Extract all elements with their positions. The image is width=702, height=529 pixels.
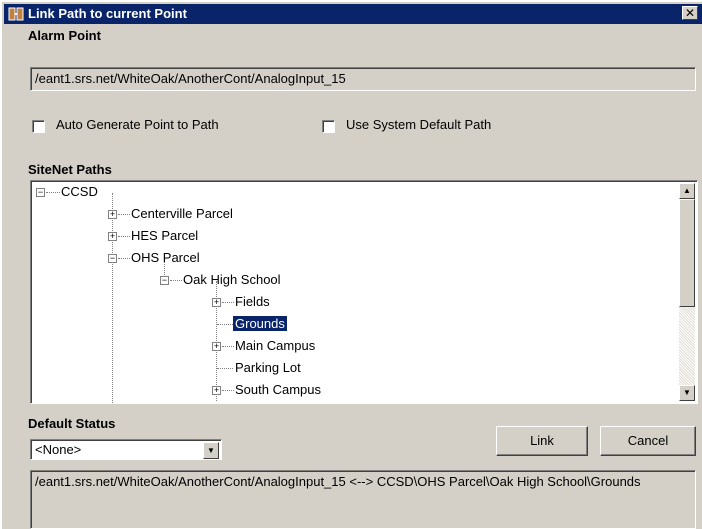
window-title: Link Path to current Point: [28, 6, 187, 21]
tree-connector: [217, 324, 233, 325]
scroll-down-icon[interactable]: ▼: [679, 385, 695, 401]
auto-generate-checkbox[interactable]: [32, 120, 45, 133]
tree-node-label[interactable]: South Campus: [233, 382, 323, 397]
alarm-point-field: /eant1.srs.net/WhiteOak/AnotherCont/Anal…: [30, 67, 696, 91]
default-status-select[interactable]: <None> ▼: [30, 439, 222, 460]
title-bar[interactable]: Link Path to current Point ✕: [4, 4, 702, 24]
chevron-down-icon[interactable]: ▼: [203, 442, 219, 459]
tree-node-label[interactable]: HES Parcel: [129, 228, 200, 243]
tree-node-parking-lot[interactable]: Parking Lot: [31, 359, 631, 379]
close-icon[interactable]: ✕: [682, 6, 698, 20]
collapse-icon[interactable]: −: [36, 188, 45, 197]
tree-node-label[interactable]: CCSD: [59, 184, 100, 199]
tree-node-ohs-parcel[interactable]: − OHS Parcel: [31, 249, 631, 269]
tree-node-grounds[interactable]: Grounds: [31, 315, 631, 335]
default-status-label: Default Status: [28, 416, 116, 431]
tree-node-centerville-parcel[interactable]: + Centerville Parcel: [31, 205, 631, 225]
tree-node-fields[interactable]: + Fields: [31, 293, 631, 313]
scrollbar-thumb[interactable]: [679, 199, 695, 307]
use-default-path-checkbox[interactable]: [322, 120, 335, 133]
tree-node-label[interactable]: Fields: [233, 294, 272, 309]
tree-connector: [46, 192, 60, 193]
sitenet-paths-label: SiteNet Paths: [28, 162, 112, 177]
tree-node-label[interactable]: OHS Parcel: [129, 250, 202, 265]
sitenet-tree[interactable]: − CCSD + Centerville Parcel + HES Parcel…: [30, 180, 698, 404]
tree-node-ccsd[interactable]: − CCSD: [31, 183, 631, 203]
tree-node-label[interactable]: Parking Lot: [233, 360, 303, 375]
link-app-icon: [8, 7, 24, 21]
tree-node-south-campus[interactable]: + South Campus: [31, 381, 631, 401]
auto-generate-label[interactable]: Auto Generate Point to Path: [56, 117, 219, 132]
tree-connector: [217, 368, 233, 369]
tree-node-label[interactable]: Centerville Parcel: [129, 206, 235, 221]
tree-node-label-selected[interactable]: Grounds: [232, 315, 288, 332]
tree-scrollbar[interactable]: ▲ ▼: [679, 183, 695, 401]
use-default-path-label[interactable]: Use System Default Path: [346, 117, 491, 132]
expand-icon[interactable]: +: [212, 386, 221, 395]
collapse-icon[interactable]: −: [108, 254, 117, 263]
link-button[interactable]: Link: [496, 426, 588, 456]
tree-node-main-campus[interactable]: + Main Campus: [31, 337, 631, 357]
cancel-button[interactable]: Cancel: [600, 426, 696, 456]
default-status-value: <None>: [35, 442, 82, 457]
tree-node-oak-high-school[interactable]: − Oak High School: [31, 271, 631, 291]
scroll-up-icon[interactable]: ▲: [679, 183, 695, 199]
expand-icon[interactable]: +: [108, 210, 117, 219]
expand-icon[interactable]: +: [212, 298, 221, 307]
link-result-field: /eant1.srs.net/WhiteOak/AnotherCont/Anal…: [30, 470, 696, 529]
expand-icon[interactable]: +: [108, 232, 117, 241]
tree-node-label[interactable]: Oak High School: [181, 272, 283, 287]
tree-node-hes-parcel[interactable]: + HES Parcel: [31, 227, 631, 247]
dialog-window: Link Path to current Point ✕ Alarm Point…: [0, 0, 702, 529]
tree-node-label[interactable]: Main Campus: [233, 338, 317, 353]
alarm-point-label: Alarm Point: [28, 28, 101, 43]
collapse-icon[interactable]: −: [160, 276, 169, 285]
expand-icon[interactable]: +: [212, 342, 221, 351]
